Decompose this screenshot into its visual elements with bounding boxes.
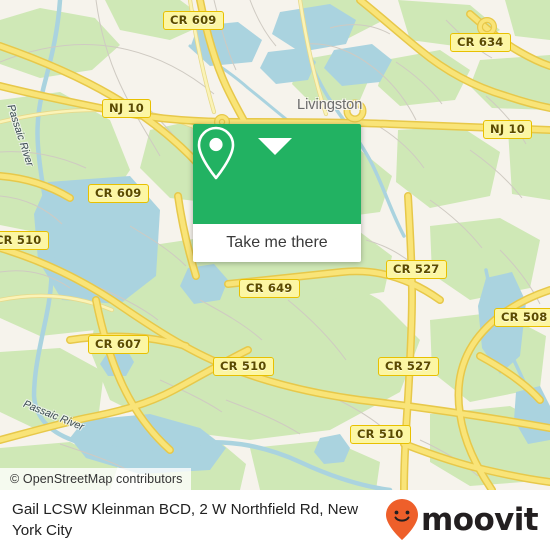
popup-pointer bbox=[258, 138, 292, 155]
osm-attribution[interactable]: © OpenStreetMap contributors bbox=[0, 468, 191, 490]
map-canvas[interactable]: Livingston Passaic River Passaic River C… bbox=[0, 0, 550, 490]
road-shield-cr-609-south: CR 609 bbox=[88, 184, 149, 203]
road-shield-cr-649: CR 649 bbox=[239, 279, 300, 298]
road-shield-cr-527-south: CR 527 bbox=[378, 357, 439, 376]
moovit-wordmark: moovit bbox=[421, 502, 539, 538]
place-label-livingston: Livingston bbox=[297, 97, 363, 113]
road-shield-nj-10-west: NJ 10 bbox=[102, 99, 151, 118]
road-shield-cr-508: CR 508 bbox=[494, 308, 550, 327]
road-shield-cr-527-north: CR 527 bbox=[386, 260, 447, 279]
road-shield-cr-609-north: CR 609 bbox=[163, 11, 224, 30]
road-shield-cr-510-west: CR 510 bbox=[0, 231, 49, 250]
road-shield-cr-634: CR 634 bbox=[450, 33, 511, 52]
moovit-logo[interactable]: moovit bbox=[385, 498, 550, 542]
moovit-map-screenshot: Livingston Passaic River Passaic River C… bbox=[0, 0, 550, 550]
road-shield-cr-510-mid: CR 510 bbox=[213, 357, 274, 376]
take-me-there-button[interactable]: Take me there bbox=[193, 224, 361, 262]
road-shield-cr-510-south: CR 510 bbox=[350, 425, 411, 444]
footer-bar: Gail LCSW Kleinman BCD, 2 W Northfield R… bbox=[0, 490, 550, 550]
location-title: Gail LCSW Kleinman BCD, 2 W Northfield R… bbox=[12, 501, 359, 539]
moovit-pin-icon bbox=[386, 499, 419, 540]
road-shield-cr-607: CR 607 bbox=[88, 335, 149, 354]
location-pin-icon bbox=[197, 126, 235, 180]
road-shield-nj-10-east: NJ 10 bbox=[483, 120, 532, 139]
